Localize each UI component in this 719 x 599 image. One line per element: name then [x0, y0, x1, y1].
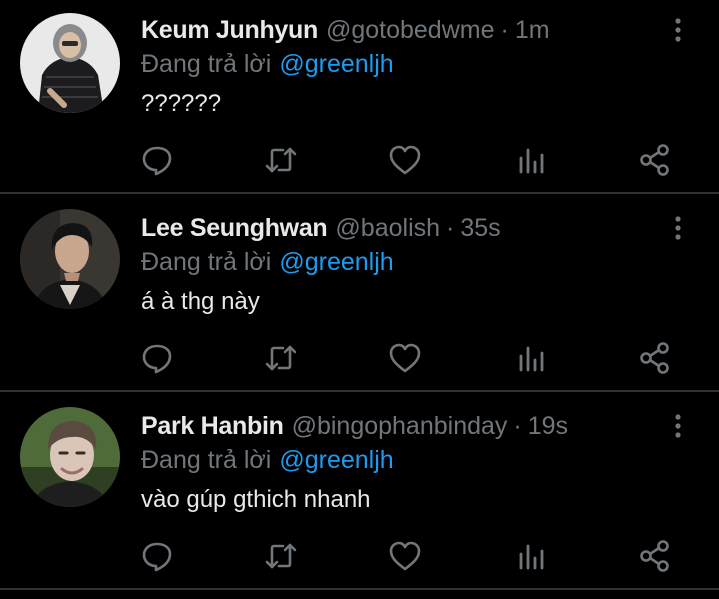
- avatar[interactable]: [20, 13, 120, 113]
- tweet-item[interactable]: Park Hanbin @bingophanbinday · 19s Đang …: [0, 396, 719, 594]
- heart-icon[interactable]: [387, 142, 423, 178]
- share-icon[interactable]: [637, 538, 673, 574]
- heart-icon[interactable]: [387, 538, 423, 574]
- heart-icon[interactable]: [387, 340, 423, 376]
- avatar[interactable]: [20, 209, 120, 309]
- user-handle[interactable]: @bingophanbinday: [292, 410, 508, 442]
- divider: [0, 588, 719, 590]
- user-handle[interactable]: @baolish: [335, 212, 440, 244]
- tweet-actions: [0, 142, 719, 178]
- tweet-header: Keum Junhyun @gotobedwme · 1m: [141, 14, 550, 46]
- retweet-icon[interactable]: [263, 142, 299, 178]
- display-name[interactable]: Keum Junhyun: [141, 14, 318, 46]
- mention-link[interactable]: @greenljh: [279, 446, 393, 474]
- bar-chart-icon[interactable]: [513, 340, 549, 376]
- timestamp[interactable]: 1m: [515, 14, 550, 46]
- user-handle[interactable]: @gotobedwme: [326, 14, 495, 46]
- retweet-icon[interactable]: [263, 538, 299, 574]
- display-name[interactable]: Lee Seunghwan: [141, 212, 328, 244]
- more-vertical-icon[interactable]: [664, 412, 692, 440]
- separator: ·: [446, 214, 455, 242]
- comment-bubble-icon[interactable]: [139, 538, 175, 574]
- replying-to: Đang trả lời @greenljh: [141, 246, 394, 278]
- separator: ·: [513, 412, 522, 440]
- tweet-actions: [0, 538, 719, 574]
- tweet-header: Lee Seunghwan @baolish · 35s: [141, 212, 501, 244]
- display-name[interactable]: Park Hanbin: [141, 410, 284, 442]
- replying-to: Đang trả lời @greenljh: [141, 444, 394, 476]
- separator: ·: [500, 16, 509, 44]
- retweet-icon[interactable]: [263, 340, 299, 376]
- replying-to: Đang trả lời @greenljh: [141, 48, 394, 80]
- divider: [0, 390, 719, 392]
- tweet-item[interactable]: Lee Seunghwan @baolish · 35s Đang trả lờ…: [0, 198, 719, 396]
- tweet-text: ??????: [141, 90, 222, 117]
- bar-chart-icon[interactable]: [513, 538, 549, 574]
- more-vertical-icon[interactable]: [664, 16, 692, 44]
- share-icon[interactable]: [637, 340, 673, 376]
- tweet-text: á à thg này: [141, 288, 260, 315]
- tweet-text: vào gúp gthich nhanh: [141, 486, 371, 513]
- avatar[interactable]: [20, 407, 120, 507]
- replying-to-label: Đang trả lời: [141, 50, 272, 78]
- reply-feed: Keum Junhyun @gotobedwme · 1m Đang trả l…: [0, 0, 719, 599]
- mention-link[interactable]: @greenljh: [279, 50, 393, 78]
- tweet-header: Park Hanbin @bingophanbinday · 19s: [141, 410, 568, 442]
- timestamp[interactable]: 19s: [528, 410, 568, 442]
- comment-bubble-icon[interactable]: [139, 142, 175, 178]
- more-vertical-icon[interactable]: [664, 214, 692, 242]
- tweet-item[interactable]: Keum Junhyun @gotobedwme · 1m Đang trả l…: [0, 0, 719, 198]
- replying-to-label: Đang trả lời: [141, 446, 272, 474]
- tweet-actions: [0, 340, 719, 376]
- share-icon[interactable]: [637, 142, 673, 178]
- bar-chart-icon[interactable]: [513, 142, 549, 178]
- mention-link[interactable]: @greenljh: [279, 248, 393, 276]
- comment-bubble-icon[interactable]: [139, 340, 175, 376]
- divider: [0, 192, 719, 194]
- replying-to-label: Đang trả lời: [141, 248, 272, 276]
- timestamp[interactable]: 35s: [460, 212, 500, 244]
